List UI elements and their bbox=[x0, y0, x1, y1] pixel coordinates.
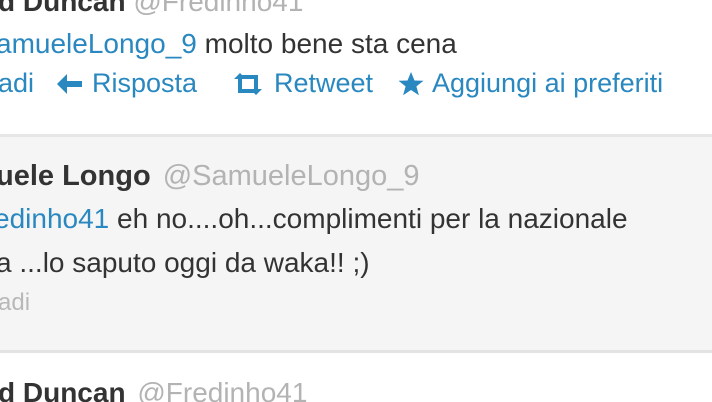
tweet-body: eh no....oh...complimenti per la naziona… bbox=[109, 203, 628, 234]
retweet-icon bbox=[232, 72, 264, 95]
tweet-text: amueleLongo_9 molto bene sta cena bbox=[0, 28, 457, 60]
tweet-header: d Duncan @Fredinho41 bbox=[0, 0, 303, 18]
star-icon bbox=[398, 71, 424, 96]
mention-link[interactable]: edinho41 bbox=[0, 203, 109, 234]
expand-link[interactable]: adi bbox=[0, 68, 34, 99]
reply-button[interactable]: Risposta bbox=[56, 68, 197, 99]
tweet-header: uele Longo @SamueleLongo_9 bbox=[0, 160, 420, 193]
author-handle[interactable]: @Fredinho41 bbox=[133, 0, 303, 17]
tweet-1[interactable]: d Duncan @Fredinho41 amueleLongo_9 molto… bbox=[0, 0, 712, 136]
retweet-label: Retweet bbox=[274, 68, 374, 98]
tweet-2[interactable]: uele Longo @SamueleLongo_9 edinho41 eh n… bbox=[0, 137, 712, 352]
favorite-button[interactable]: Aggiungi ai preferiti bbox=[398, 68, 663, 99]
expand-label: adi bbox=[0, 68, 35, 98]
author-name[interactable]: uele Longo bbox=[0, 160, 151, 192]
mention-link[interactable]: amueleLongo_9 bbox=[0, 28, 197, 59]
reply-label: Risposta bbox=[92, 68, 198, 98]
tweet-header: d Duncan @Fredinho41 bbox=[0, 377, 307, 402]
author-handle[interactable]: @Fredinho41 bbox=[137, 377, 307, 402]
author-name[interactable]: d Duncan bbox=[0, 0, 126, 17]
tweet-text-line-1: edinho41 eh no....oh...complimenti per l… bbox=[0, 203, 628, 235]
author-name[interactable]: d Duncan bbox=[0, 377, 126, 402]
author-handle[interactable]: @SamueleLongo_9 bbox=[163, 160, 420, 192]
tweet-body: molto bene sta cena bbox=[196, 28, 457, 59]
retweet-button[interactable]: Retweet bbox=[232, 68, 373, 99]
favorite-label: Aggiungi ai preferiti bbox=[432, 68, 664, 98]
reply-arrow-icon bbox=[56, 73, 84, 95]
tweet-actions: adi Risposta Retweet Aggiungi ai preferi… bbox=[0, 68, 712, 104]
tweet-text-line-2: a ...lo saputo oggi da waka!! ;) bbox=[0, 247, 370, 278]
tweet-3[interactable]: d Duncan @Fredinho41 bbox=[0, 353, 712, 402]
expand-link[interactable]: adi bbox=[0, 289, 30, 317]
